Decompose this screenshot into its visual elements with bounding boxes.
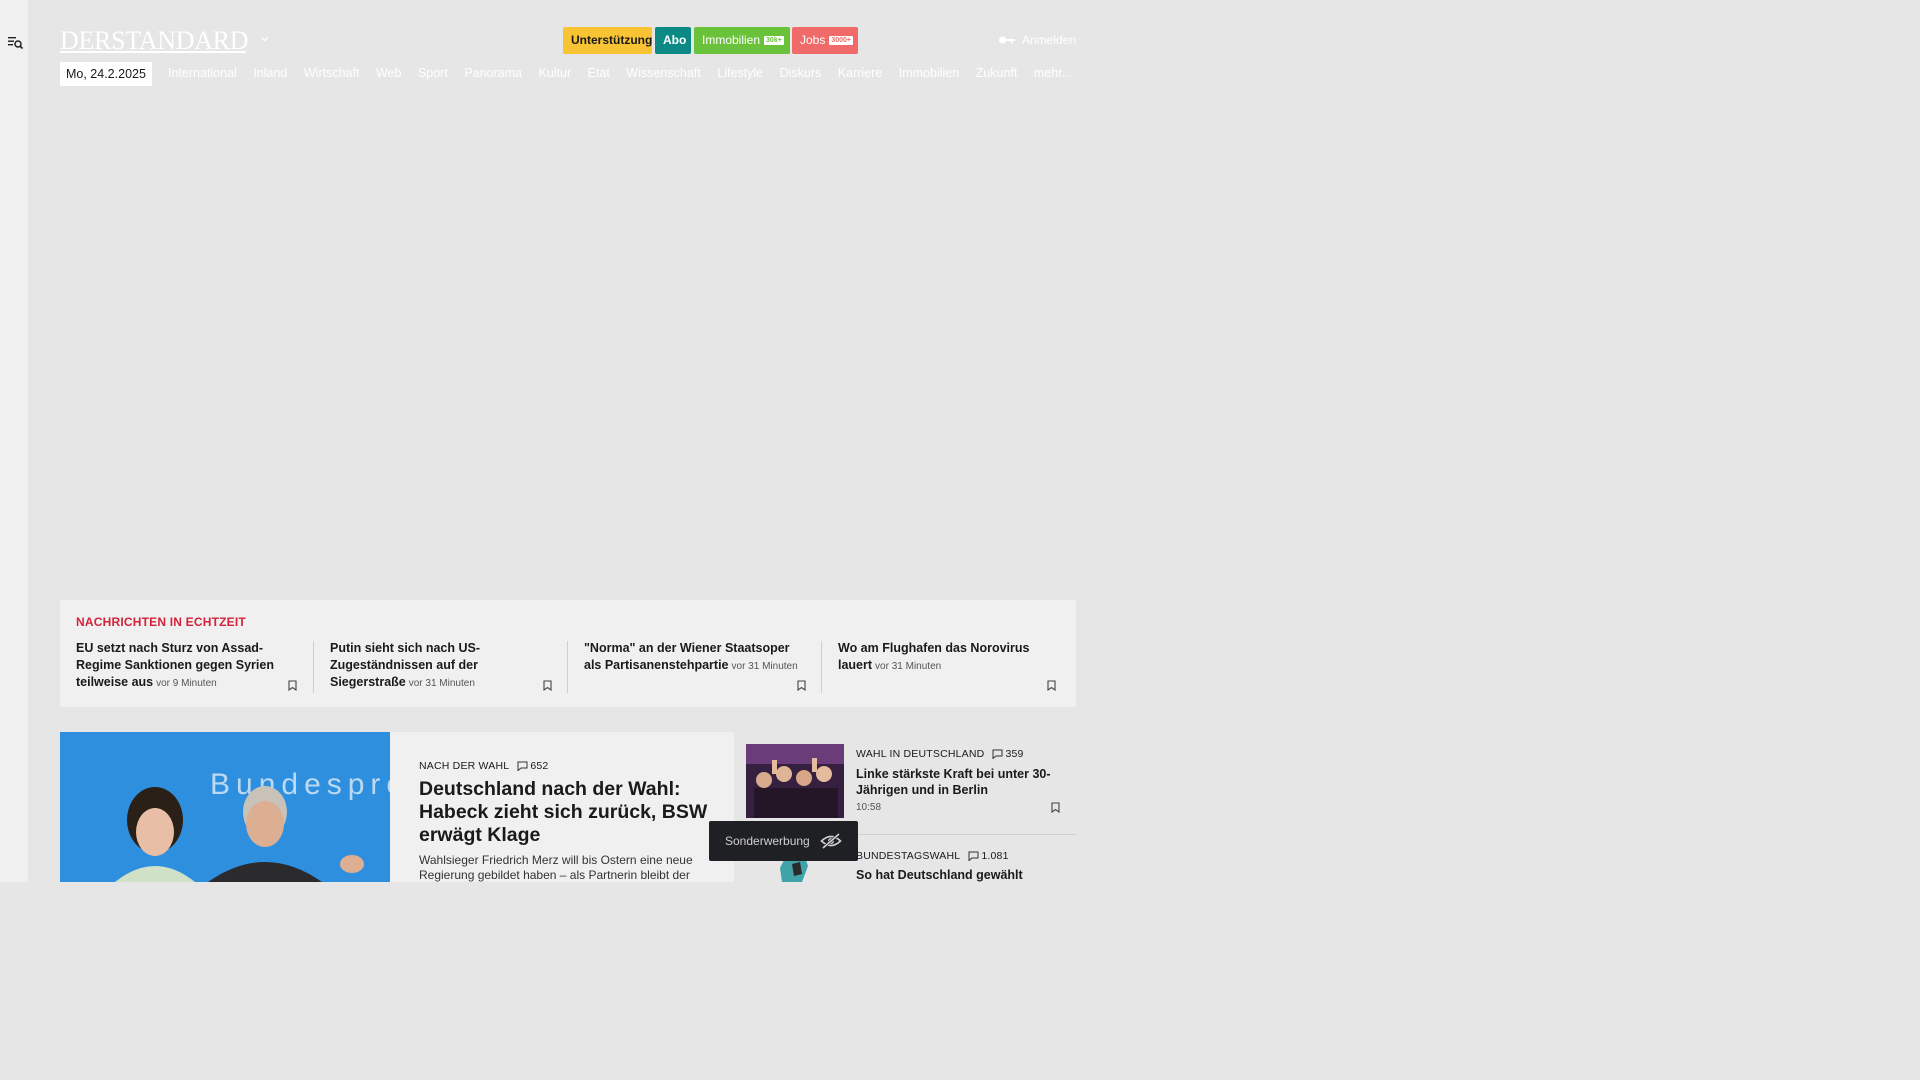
left-rail: [0, 0, 28, 882]
comment-count-value: 652: [530, 760, 549, 772]
immobilien-label: Immobilien: [702, 33, 761, 47]
side-story-kicker: BUNDESTAGSWAHL 1.081: [856, 850, 1009, 862]
nav-wirtschaft[interactable]: Wirtschaft: [304, 66, 360, 80]
ticker-divider: [821, 641, 822, 693]
kicker-label: WAHL IN DEUTSCHLAND: [856, 748, 985, 760]
side-story-title[interactable]: So hat Deutschland gewählt: [856, 868, 1023, 882]
immobilien-count-badge: 30k+: [764, 36, 784, 45]
bookmark-icon[interactable]: [288, 680, 297, 691]
nav-lifestyle[interactable]: Lifestyle: [717, 66, 763, 80]
nav-etat[interactable]: Etat: [588, 66, 610, 80]
ticker-title: NACHRICHTEN IN ECHTZEIT: [76, 615, 246, 629]
nav-zukunft[interactable]: Zukunft: [976, 66, 1018, 80]
ticker-item[interactable]: Wo am Flughafen das Norovirus lauert vor …: [838, 640, 1062, 695]
bookmark-icon[interactable]: [1047, 680, 1056, 691]
side-story-kicker: WAHL IN DEUTSCHLAND 359: [856, 748, 1024, 760]
nav-diskurs[interactable]: Diskurs: [780, 66, 822, 80]
comment-icon: [968, 851, 979, 861]
eye-off-icon: [820, 833, 842, 849]
comment-count[interactable]: 1.081: [968, 850, 1008, 862]
ticker-item[interactable]: Putin sieht sich nach US-Zugeständnissen…: [330, 640, 554, 695]
bookmark-icon[interactable]: [543, 680, 552, 691]
nav-kultur[interactable]: Kultur: [539, 66, 572, 80]
ticker-divider: [313, 641, 314, 693]
nav-sport[interactable]: Sport: [418, 66, 448, 80]
sponsored-content-toggle[interactable]: Sonderwerbung: [709, 821, 858, 861]
party-crowd-image: [746, 744, 844, 818]
comment-icon: [992, 749, 1003, 759]
jobs-button[interactable]: Jobs 3000+: [792, 27, 858, 54]
support-button[interactable]: Unterstützung: [563, 27, 652, 54]
nav-web[interactable]: Web: [376, 66, 401, 80]
bookmark-icon[interactable]: [1051, 802, 1060, 813]
ticker-item[interactable]: EU setzt nach Sturz von Assad-Regime San…: [76, 640, 300, 695]
comment-count[interactable]: 652: [517, 760, 548, 772]
nav-international[interactable]: International: [168, 66, 237, 80]
ticker-item[interactable]: "Norma" an der Wiener Staatsoper als Par…: [584, 640, 808, 695]
comment-count-value: 1.081: [981, 850, 1009, 862]
login-link[interactable]: Anmelden: [998, 33, 1076, 47]
abo-label: Abo: [663, 33, 687, 47]
live-news-ticker: NACHRICHTEN IN ECHTZEIT EU setzt nach St…: [60, 600, 1076, 707]
nav-wissenschaft[interactable]: Wissenschaft: [626, 66, 700, 80]
ticker-item-time: vor 9 Minuten: [156, 678, 217, 689]
key-icon: [998, 36, 1015, 44]
login-label: Anmelden: [1021, 33, 1076, 47]
nav-immobilien[interactable]: Immobilien: [899, 66, 959, 80]
photo-backdrop-text: Bundespre: [210, 768, 390, 801]
ticker-item-time: vor 31 Minuten: [875, 661, 942, 672]
main-story-headline[interactable]: Deutschland nach der Wahl: Habeck zieht …: [419, 778, 719, 847]
jobs-label: Jobs: [800, 33, 826, 47]
kicker-label: NACH DER WAHL: [419, 760, 510, 772]
press-conference-image: Bundespre: [60, 732, 390, 882]
nav-inland[interactable]: Inland: [253, 66, 287, 80]
comment-icon: [517, 761, 528, 771]
logo-underline: [60, 51, 246, 53]
nav-karriere[interactable]: Karriere: [838, 66, 882, 80]
nav-more[interactable]: mehr...: [1034, 66, 1072, 80]
ticker-divider: [567, 641, 568, 693]
main-story-card[interactable]: NACH DER WAHL 652 Deutschland nach der W…: [390, 732, 734, 882]
bookmark-icon[interactable]: [797, 680, 806, 691]
menu-search-icon[interactable]: [7, 34, 23, 50]
comment-count-value: 359: [1005, 748, 1024, 760]
kicker-label: BUNDESTAGSWAHL: [856, 850, 961, 862]
current-date: Mo, 24.2.2025: [60, 62, 152, 86]
side-story-thumbnail[interactable]: [746, 744, 844, 818]
main-story-photo[interactable]: Bundespre: [60, 732, 390, 882]
ticker-item-time: vor 31 Minuten: [731, 661, 798, 672]
section-nav: International Inland Wirtschaft Web Spor…: [168, 66, 1072, 80]
abo-button[interactable]: Abo: [655, 27, 691, 54]
main-story-kicker: NACH DER WAHL 652: [419, 760, 548, 772]
main-story-teaser: Wahlsieger Friedrich Merz will bis Oster…: [419, 853, 693, 882]
immobilien-button[interactable]: Immobilien 30k+: [694, 27, 790, 54]
support-label: Unterstützung: [571, 33, 653, 47]
side-story-time: 10:58: [856, 802, 882, 813]
chevron-down-icon[interactable]: [259, 33, 271, 45]
ticker-item-time: vor 31 Minuten: [408, 678, 475, 689]
nav-panorama[interactable]: Panorama: [464, 66, 522, 80]
sponsored-label: Sonderwerbung: [725, 834, 810, 848]
side-story-title[interactable]: Linke stärkste Kraft bei unter 30-Jährig…: [856, 766, 1071, 798]
jobs-count-badge: 3000+: [829, 36, 854, 45]
comment-count[interactable]: 359: [992, 748, 1023, 760]
